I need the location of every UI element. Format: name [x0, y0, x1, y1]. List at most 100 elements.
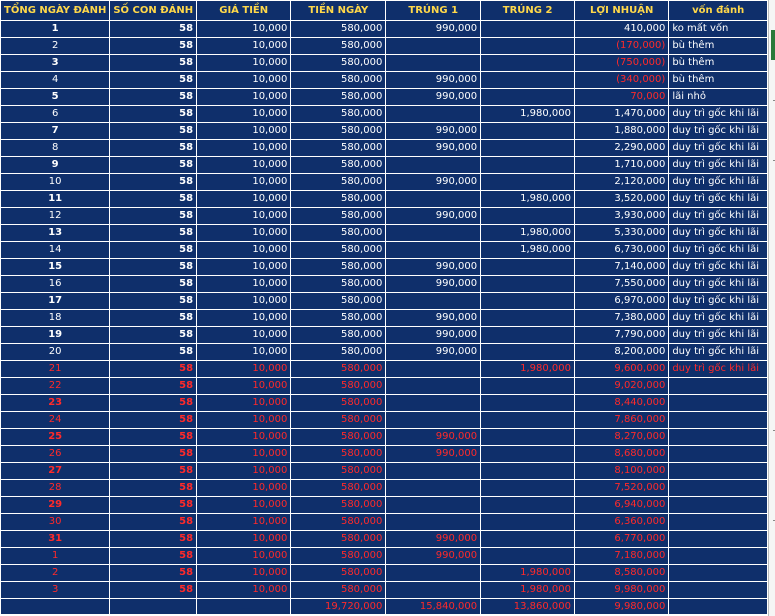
trung-1-cell[interactable] — [385, 462, 482, 480]
loi-nhuan-cell[interactable]: (750,000) — [574, 54, 670, 72]
von-danh-cell[interactable] — [668, 547, 768, 565]
total-trung-1[interactable]: 15,840,000 — [385, 598, 482, 616]
von-danh-cell[interactable] — [668, 462, 768, 480]
so-con-cell[interactable]: 58 — [109, 20, 198, 38]
von-danh-cell[interactable]: duy trì gốc khi lãi — [668, 207, 768, 225]
so-con-cell[interactable]: 58 — [109, 54, 198, 72]
tien-ngay-cell[interactable]: 580,000 — [290, 275, 387, 293]
gia-tien-cell[interactable]: 10,000 — [196, 105, 292, 123]
trung-2-cell[interactable] — [480, 394, 576, 412]
trung-1-cell[interactable]: 990,000 — [385, 258, 482, 276]
tien-ngay-cell[interactable]: 580,000 — [290, 122, 387, 140]
trung-1-cell[interactable] — [385, 156, 482, 174]
gia-tien-cell[interactable]: 10,000 — [196, 224, 292, 242]
totals-day-cell[interactable] — [0, 598, 111, 616]
tien-ngay-cell[interactable]: 580,000 — [290, 105, 387, 123]
loi-nhuan-cell[interactable]: 3,520,000 — [574, 190, 670, 208]
loi-nhuan-cell[interactable]: 6,770,000 — [574, 530, 670, 548]
so-con-cell[interactable]: 58 — [109, 258, 198, 276]
so-con-cell[interactable]: 58 — [109, 326, 198, 344]
day-cell[interactable]: 27 — [0, 462, 111, 480]
header-von-danh[interactable]: vốn đánh — [668, 0, 768, 21]
gia-tien-cell[interactable]: 10,000 — [196, 37, 292, 55]
tien-ngay-cell[interactable]: 580,000 — [290, 207, 387, 225]
so-con-cell[interactable]: 58 — [109, 173, 198, 191]
day-cell[interactable]: 3 — [0, 581, 111, 599]
trung-2-cell[interactable] — [480, 258, 576, 276]
trung-1-cell[interactable] — [385, 394, 482, 412]
tien-ngay-cell[interactable]: 580,000 — [290, 139, 387, 157]
trung-1-cell[interactable] — [385, 292, 482, 310]
loi-nhuan-cell[interactable]: 8,100,000 — [574, 462, 670, 480]
von-danh-cell[interactable]: duy trì gốc khi lãi — [668, 309, 768, 327]
gia-tien-cell[interactable]: 10,000 — [196, 360, 292, 378]
trung-2-cell[interactable]: 1,980,000 — [480, 224, 576, 242]
von-danh-cell[interactable]: duy trì gốc khi lãi — [668, 326, 768, 344]
tien-ngay-cell[interactable]: 580,000 — [290, 462, 387, 480]
von-danh-cell[interactable] — [668, 428, 768, 446]
loi-nhuan-cell[interactable]: 2,290,000 — [574, 139, 670, 157]
so-con-cell[interactable]: 58 — [109, 275, 198, 293]
so-con-cell[interactable]: 58 — [109, 564, 198, 582]
tien-ngay-cell[interactable]: 580,000 — [290, 156, 387, 174]
totals-gia-cell[interactable] — [196, 598, 292, 616]
header-trung-2[interactable]: TRÚNG 2 — [480, 0, 576, 21]
trung-1-cell[interactable]: 990,000 — [385, 275, 482, 293]
header-tong-ngay-danh[interactable]: TỔNG NGÀY ĐÁNH — [0, 0, 111, 21]
gia-tien-cell[interactable]: 10,000 — [196, 20, 292, 38]
day-cell[interactable]: 1 — [0, 20, 111, 38]
day-cell[interactable]: 7 — [0, 122, 111, 140]
trung-2-cell[interactable] — [480, 54, 576, 72]
day-cell[interactable]: 31 — [0, 530, 111, 548]
tien-ngay-cell[interactable]: 580,000 — [290, 445, 387, 463]
tien-ngay-cell[interactable]: 580,000 — [290, 292, 387, 310]
loi-nhuan-cell[interactable]: 6,940,000 — [574, 496, 670, 514]
trung-2-cell[interactable] — [480, 428, 576, 446]
so-con-cell[interactable]: 58 — [109, 462, 198, 480]
trung-2-cell[interactable] — [480, 547, 576, 565]
day-cell[interactable]: 4 — [0, 71, 111, 89]
von-danh-cell[interactable]: duy trì gốc khi lãi — [668, 156, 768, 174]
von-danh-cell[interactable]: bù thêm — [668, 54, 768, 72]
loi-nhuan-cell[interactable]: 9,980,000 — [574, 581, 670, 599]
trung-2-cell[interactable] — [480, 445, 576, 463]
trung-2-cell[interactable]: 1,980,000 — [480, 581, 576, 599]
header-gia-tien[interactable]: GIÁ TIỀN — [196, 0, 292, 21]
day-cell[interactable]: 18 — [0, 309, 111, 327]
loi-nhuan-cell[interactable]: 410,000 — [574, 20, 670, 38]
loi-nhuan-cell[interactable]: 7,860,000 — [574, 411, 670, 429]
trung-1-cell[interactable] — [385, 513, 482, 531]
so-con-cell[interactable]: 58 — [109, 156, 198, 174]
trung-1-cell[interactable]: 990,000 — [385, 122, 482, 140]
trung-2-cell[interactable] — [480, 292, 576, 310]
tien-ngay-cell[interactable]: 580,000 — [290, 20, 387, 38]
day-cell[interactable]: 30 — [0, 513, 111, 531]
trung-2-cell[interactable] — [480, 122, 576, 140]
gia-tien-cell[interactable]: 10,000 — [196, 496, 292, 514]
trung-1-cell[interactable]: 990,000 — [385, 173, 482, 191]
gia-tien-cell[interactable]: 10,000 — [196, 445, 292, 463]
so-con-cell[interactable]: 58 — [109, 292, 198, 310]
so-con-cell[interactable]: 58 — [109, 105, 198, 123]
von-danh-cell[interactable]: duy trì gốc khi lãi — [668, 190, 768, 208]
gia-tien-cell[interactable]: 10,000 — [196, 258, 292, 276]
loi-nhuan-cell[interactable]: 8,680,000 — [574, 445, 670, 463]
trung-2-cell[interactable] — [480, 377, 576, 395]
loi-nhuan-cell[interactable]: 6,730,000 — [574, 241, 670, 259]
von-danh-cell[interactable] — [668, 411, 768, 429]
day-cell[interactable]: 1 — [0, 547, 111, 565]
von-danh-cell[interactable]: ko mất vốn — [668, 20, 768, 38]
trung-2-cell[interactable]: 1,980,000 — [480, 105, 576, 123]
so-con-cell[interactable]: 58 — [109, 581, 198, 599]
gia-tien-cell[interactable]: 10,000 — [196, 190, 292, 208]
trung-1-cell[interactable]: 990,000 — [385, 343, 482, 361]
von-danh-cell[interactable] — [668, 479, 768, 497]
trung-1-cell[interactable] — [385, 190, 482, 208]
trung-1-cell[interactable] — [385, 241, 482, 259]
gia-tien-cell[interactable]: 10,000 — [196, 343, 292, 361]
gia-tien-cell[interactable]: 10,000 — [196, 241, 292, 259]
gia-tien-cell[interactable]: 10,000 — [196, 581, 292, 599]
tien-ngay-cell[interactable]: 580,000 — [290, 377, 387, 395]
loi-nhuan-cell[interactable]: 8,580,000 — [574, 564, 670, 582]
gia-tien-cell[interactable]: 10,000 — [196, 156, 292, 174]
